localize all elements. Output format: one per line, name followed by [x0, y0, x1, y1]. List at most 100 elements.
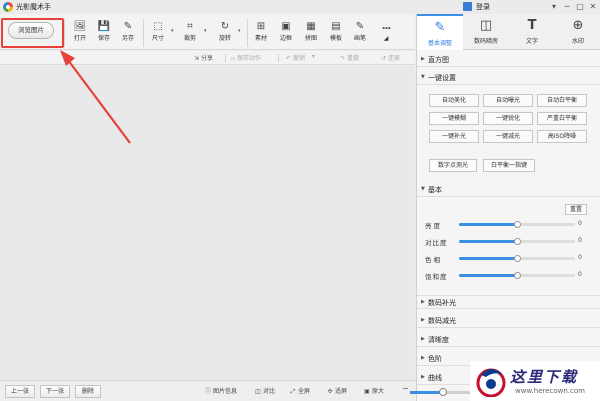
app-logo-icon [3, 2, 13, 12]
rotate-icon: ↻ [220, 21, 230, 32]
original-size-button[interactable]: ▣ 原大 [363, 386, 384, 395]
reset-button[interactable]: 重置 [565, 204, 587, 215]
adjust-panel: ✎ 基本调整 ◫ 数码暗房 T 文字 ⊕ 水印 ▶ 直方图 ▼ 一键设置 自动美… [416, 14, 600, 401]
save-button[interactable]: 💾 保存 [94, 20, 114, 50]
darkroom-icon: ◫ [479, 18, 493, 33]
watermark-icon: ⊕ [572, 18, 584, 33]
slider-track[interactable] [459, 238, 575, 245]
maximize-icon[interactable]: □ [574, 1, 586, 12]
zoom-thumb[interactable] [439, 388, 447, 396]
slider-thumb[interactable] [514, 221, 521, 228]
resize-dropdown-icon[interactable]: ▾ [171, 28, 174, 34]
zoom-out-icon[interactable]: − [402, 384, 409, 393]
zoom-slider[interactable] [410, 388, 470, 396]
expand-arrow-icon: ▶ [421, 56, 425, 62]
prev-image-button[interactable]: 上一张 [5, 385, 35, 398]
preset-one-click-reduce-light[interactable]: 一键减光 [483, 130, 533, 143]
annotation-highlight-box [1, 18, 64, 48]
slider-thumb[interactable] [514, 272, 521, 279]
fit-screen-icon: ✣ [327, 388, 333, 395]
hue-slider[interactable]: 色相 0 [417, 254, 600, 264]
slider-track[interactable] [459, 255, 575, 262]
crop-dropdown-icon[interactable]: ▾ [204, 28, 207, 34]
more-button[interactable]: ... ◢ [378, 20, 394, 50]
user-icon[interactable] [463, 2, 472, 11]
action-divider [225, 54, 226, 62]
save-action-button[interactable]: ▫ 保存动作 [231, 53, 261, 62]
tab-watermark[interactable]: ⊕ 水印 [555, 14, 600, 50]
section-histogram[interactable]: ▶ 直方图 [417, 53, 600, 67]
brightness-slider[interactable]: 亮度 0 [417, 220, 600, 230]
collapse-arrow-icon: ▼ [421, 186, 425, 192]
redo-button[interactable]: ↷ 重做 [340, 53, 359, 62]
image-canvas[interactable] [0, 66, 415, 380]
section-basic[interactable]: ▼ 基本 [417, 183, 600, 197]
section-clarity[interactable]: ▶ 清晰度 [417, 333, 600, 347]
menu-dropdown-icon[interactable]: ▾ [548, 1, 560, 12]
material-icon: ⊞ [256, 21, 266, 32]
contrast-slider[interactable]: 对比度 0 [417, 237, 600, 247]
close-icon[interactable]: ✕ [587, 1, 599, 12]
slider-thumb[interactable] [514, 238, 521, 245]
slider-track[interactable] [459, 272, 575, 279]
save-as-button[interactable]: ✎ 另存 [118, 20, 138, 50]
preset-auto-beautify[interactable]: 自动美化 [429, 94, 479, 107]
preset-high-iso-denoise[interactable]: 高ISO降噪 [537, 130, 587, 143]
crop-icon: ⌗ [187, 21, 193, 32]
status-bar: 上一张 下一张 删除 ⓘ 图片信息 ◫ 对比 ⤢ 全屏 ✣ 适屏 ▣ 原大 − [0, 380, 416, 401]
preset-auto-white-balance[interactable]: 自动白平衡 [537, 94, 587, 107]
preset-white-balance-picker[interactable]: 白平衡一指键 [483, 159, 535, 172]
adjust-icon: ✎ [434, 20, 446, 35]
fullscreen-button[interactable]: ⤢ 全屏 [289, 386, 310, 396]
preset-one-click-fill-light[interactable]: 一键补光 [429, 130, 479, 143]
collage-button[interactable]: ▦ 拼图 [301, 20, 321, 50]
expand-arrow-icon: ▶ [421, 355, 425, 361]
border-button[interactable]: ▣ 边框 [276, 20, 296, 50]
brush-button[interactable]: ✎ 画笔 [350, 20, 370, 50]
preset-one-click-blur[interactable]: 一键模糊 [429, 112, 479, 125]
preset-one-click-sharpen[interactable]: 一键锐化 [483, 112, 533, 125]
material-button[interactable]: ⊞ 素材 [251, 20, 271, 50]
compare-button[interactable]: ◫ 对比 [254, 386, 275, 395]
next-image-button[interactable]: 下一张 [40, 385, 70, 398]
delete-button[interactable]: 删除 [75, 385, 101, 398]
share-icon: ⇲ [194, 55, 200, 62]
minimize-icon[interactable]: ─ [561, 1, 573, 12]
login-link[interactable]: 登录 [476, 2, 490, 12]
slider-track[interactable] [459, 221, 575, 228]
crop-button[interactable]: ⌗ 裁剪 [180, 20, 200, 50]
section-digital-reduce-light[interactable]: ▶ 数码减光 [417, 314, 600, 328]
preset-spot-metering[interactable]: 数字点测光 [429, 159, 477, 172]
action-divider [278, 54, 279, 62]
rotate-dropdown-icon[interactable]: ▾ [238, 28, 241, 34]
template-button[interactable]: ▤ 模板 [326, 20, 346, 50]
preset-strong-white-balance[interactable]: 严重白平衡 [537, 112, 587, 125]
expand-arrow-icon: ▶ [421, 299, 425, 305]
share-button[interactable]: ⇲ 分享 [194, 53, 213, 62]
title-bar: 光影魔术手 登录 ▾ ─ □ ✕ [0, 0, 600, 14]
save-icon: 💾 [97, 21, 111, 32]
image-info-button[interactable]: ⓘ 图片信息 [204, 386, 237, 395]
resize-button[interactable]: ⬚ 尺寸 [148, 20, 168, 50]
slider-thumb[interactable] [514, 255, 521, 262]
expand-arrow-icon: ▶ [421, 336, 425, 342]
undo-dropdown-icon[interactable]: ▾ [312, 53, 315, 60]
open-button[interactable]: 🖼 打开 [70, 20, 90, 50]
more-dropdown-icon: ◢ [383, 35, 389, 42]
tab-basic-adjust[interactable]: ✎ 基本调整 [417, 14, 463, 50]
saturation-slider[interactable]: 饱和度 0 [417, 271, 600, 281]
section-one-click[interactable]: ▼ 一键设置 [417, 71, 600, 85]
site-watermark: 这里下载 www.herecown.com [470, 361, 600, 401]
tab-text[interactable]: T 文字 [509, 14, 555, 50]
rotate-button[interactable]: ↻ 旋转 [214, 20, 236, 50]
border-icon: ▣ [281, 21, 291, 32]
toolbar-divider [64, 19, 65, 47]
text-icon: T [527, 18, 537, 33]
tab-digital-darkroom[interactable]: ◫ 数码暗房 [463, 14, 509, 50]
fit-screen-button[interactable]: ✣ 适屏 [326, 386, 347, 395]
undo-button[interactable]: ↶ 撤销 [286, 53, 305, 62]
section-digital-fill-light[interactable]: ▶ 数码补光 [417, 295, 600, 309]
preset-auto-exposure[interactable]: 自动曝光 [483, 94, 533, 107]
restore-button[interactable]: ↺ 还原 [381, 53, 400, 62]
collage-icon: ▦ [306, 21, 316, 32]
